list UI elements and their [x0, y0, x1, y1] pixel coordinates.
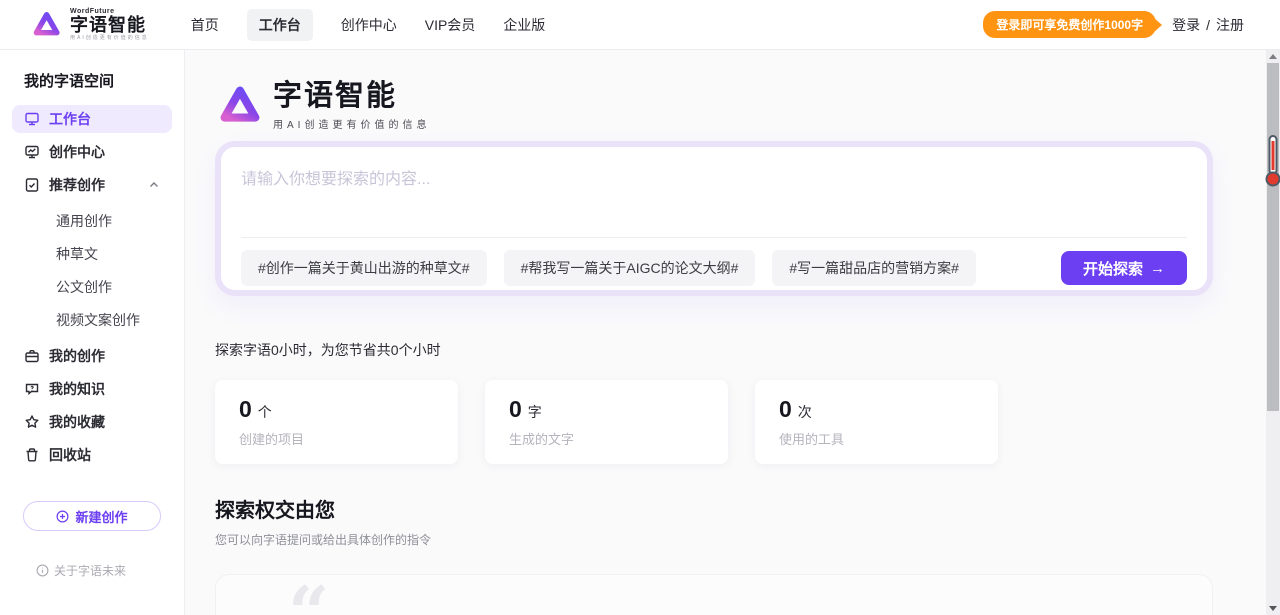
sidebar-item-workbench[interactable]: 工作台: [12, 105, 172, 133]
arrow-right-icon: →: [1150, 260, 1165, 277]
hero-brand: 字语智能 用AI创造更有价值的信息: [215, 75, 1213, 137]
auth-separator: /: [1206, 17, 1210, 33]
nav-item-workbench[interactable]: 工作台: [247, 9, 313, 41]
stat-label: 生成的文字: [509, 429, 704, 448]
start-explore-label: 开始探索: [1083, 258, 1143, 279]
suggestion-chip-huangshan[interactable]: #创作一篇关于黄山出游的种草文#: [241, 250, 487, 286]
quote-icon: “: [288, 577, 329, 615]
scrollbar-down-arrow-icon[interactable]: [1269, 606, 1277, 611]
sidebar-item-my-creations[interactable]: 我的创作: [12, 342, 172, 370]
stat-card-tools: 0 次 使用的工具: [755, 380, 998, 464]
stat-card-projects: 0 个 创建的项目: [215, 380, 458, 464]
chevron-up-icon[interactable]: [148, 179, 160, 191]
nav-item-creation-center[interactable]: 创作中心: [341, 15, 397, 35]
about-label: 关于字语未来: [54, 562, 126, 579]
sidebar-subitem-general-creation[interactable]: 通用创作: [12, 204, 172, 237]
nav-item-home[interactable]: 首页: [191, 15, 219, 35]
sidebar-item-label: 推荐创作: [49, 175, 105, 195]
scrollbar-up-arrow-icon[interactable]: [1269, 54, 1277, 59]
sidebar-subitem-seeding-article[interactable]: 种草文: [12, 237, 172, 270]
hero-triangle-logo-icon: [215, 82, 263, 130]
stat-value: 0: [779, 396, 792, 423]
stat-label: 创建的项目: [239, 429, 434, 448]
nav-item-vip[interactable]: VIP会员: [425, 15, 476, 35]
explore-section-title: 探索权交由您: [215, 494, 1213, 523]
triangle-logo-icon: [30, 9, 62, 41]
stat-unit: 次: [798, 402, 812, 422]
about-wordfuture-link[interactable]: 关于字语未来: [36, 562, 126, 579]
stat-cards-row: 0 个 创建的项目 0 字 生成的文字 0: [215, 380, 1213, 464]
sidebar-item-label: 我的创作: [49, 346, 105, 366]
stats-summary-text: 探索字语0小时，为您节省共0个小时: [215, 340, 1213, 360]
workbench-icon: [24, 111, 40, 127]
qa-example-card: “ 字语智能是什么? 嘿，帮我创作一篇北京出游攻略: [215, 574, 1213, 615]
search-input[interactable]: [221, 147, 1207, 225]
briefcase-icon: [24, 348, 40, 364]
thermometer-icon: [1265, 134, 1280, 188]
main-nav: 首页 工作台 创作中心 VIP会员 企业版: [191, 9, 546, 41]
nav-right: 登录即可享免费创作1000字 登录 / 注册: [983, 11, 1244, 38]
sidebar-item-label: 工作台: [49, 109, 91, 129]
creation-center-icon: [24, 144, 40, 160]
sidebar-item-creation-center[interactable]: 创作中心: [12, 138, 172, 166]
sidebar-subitem-video-copy[interactable]: 视频文案创作: [12, 303, 172, 336]
sidebar-item-label: 回收站: [49, 445, 91, 465]
sidebar-item-my-favorites[interactable]: 我的收藏: [12, 408, 172, 436]
page-scrollbar[interactable]: [1266, 50, 1280, 615]
auth-links: 登录 / 注册: [1172, 15, 1244, 35]
main-content: 字语智能 用AI创造更有价值的信息 #创作一篇关于黄山出游的种草文# #帮我写一…: [185, 50, 1280, 615]
sidebar-item-my-knowledge[interactable]: 我的知识: [12, 375, 172, 403]
login-link[interactable]: 登录: [1172, 15, 1200, 35]
sidebar-item-label: 我的收藏: [49, 412, 105, 432]
nav-item-enterprise[interactable]: 企业版: [503, 15, 545, 35]
suggestion-chip-aigc-outline[interactable]: #帮我写一篇关于AIGC的论文大纲#: [504, 250, 756, 286]
brand-text: WordFuture 字语智能 用AI创造更有价值的信息: [70, 8, 149, 41]
plus-circle-icon: [56, 510, 69, 523]
promo-badge[interactable]: 登录即可享免费创作1000字: [983, 11, 1156, 38]
register-link[interactable]: 注册: [1216, 15, 1244, 35]
hero-tagline: 用AI创造更有价值的信息: [273, 116, 430, 131]
stat-label: 使用的工具: [779, 429, 974, 448]
stat-card-words: 0 字 生成的文字: [485, 380, 728, 464]
sidebar-item-recommended[interactable]: 推荐创作: [12, 171, 172, 199]
brand-name-en: WordFuture: [70, 8, 149, 15]
brand-logo[interactable]: WordFuture 字语智能 用AI创造更有价值的信息: [30, 8, 149, 41]
sidebar-item-recycle-bin[interactable]: 回收站: [12, 441, 172, 469]
trash-icon: [24, 447, 40, 463]
brand-tagline-micro: 用AI创造更有价值的信息: [70, 36, 149, 41]
page-layout: 我的字语空间 工作台 创作中心 推荐创作: [0, 50, 1280, 615]
app-root: WordFuture 字语智能 用AI创造更有价值的信息 首页 工作台 创作中心…: [0, 0, 1280, 615]
star-icon: [24, 414, 40, 430]
hero-title: 字语智能: [273, 81, 430, 113]
suggestion-chip-dessert-marketing[interactable]: #写一篇甜品店的营销方案#: [772, 250, 976, 286]
stat-value: 0: [239, 396, 252, 423]
start-explore-button[interactable]: 开始探索 →: [1061, 251, 1187, 285]
new-creation-button[interactable]: 新建创作: [23, 501, 161, 531]
stat-unit: 个: [258, 402, 272, 422]
stat-unit: 字: [528, 402, 542, 422]
sidebar-subitem-official-doc[interactable]: 公文创作: [12, 270, 172, 303]
recommended-icon: [24, 177, 40, 193]
search-card: #创作一篇关于黄山出游的种草文# #帮我写一篇关于AIGC的论文大纲# #写一篇…: [215, 141, 1213, 296]
stat-value: 0: [509, 396, 522, 423]
sidebar-title: 我的字语空间: [12, 70, 172, 91]
sidebar-item-label: 创作中心: [49, 142, 105, 162]
brand-name: 字语智能: [70, 16, 149, 34]
sidebar-item-label: 我的知识: [49, 379, 105, 399]
sidebar: 我的字语空间 工作台 创作中心 推荐创作: [0, 50, 185, 615]
suggestion-chips-row: #创作一篇关于黄山出游的种草文# #帮我写一篇关于AIGC的论文大纲# #写一篇…: [221, 238, 1207, 286]
explore-section-subtitle: 您可以向字语提问或给出具体创作的指令: [215, 531, 1213, 548]
info-circle-icon: [36, 564, 49, 577]
new-creation-label: 新建创作: [75, 507, 127, 526]
scrollbar-thumb[interactable]: [1267, 63, 1279, 411]
top-navbar: WordFuture 字语智能 用AI创造更有价值的信息 首页 工作台 创作中心…: [0, 0, 1280, 50]
knowledge-bubble-icon: [24, 381, 40, 397]
